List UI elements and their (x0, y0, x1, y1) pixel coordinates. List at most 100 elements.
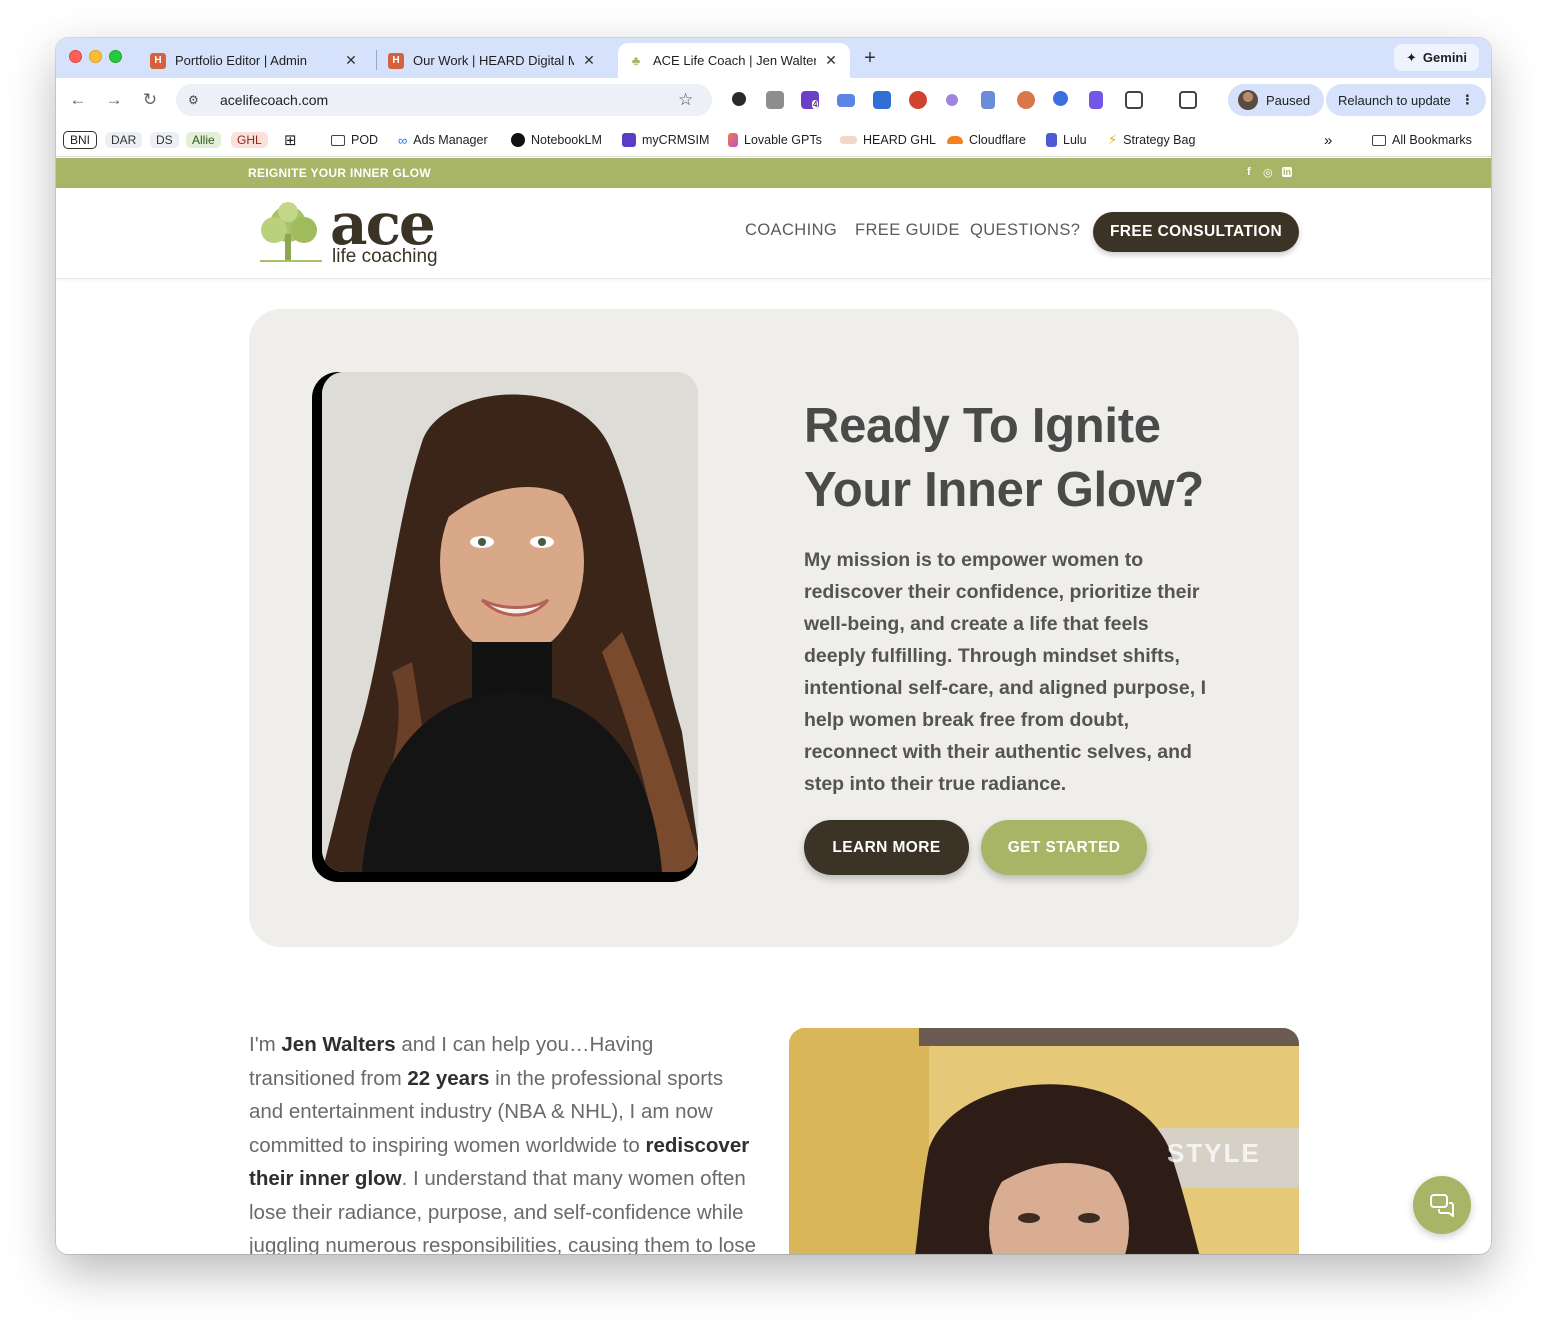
bookmark-ads-manager[interactable]: ∞ Ads Manager (398, 130, 488, 150)
relaunch-button[interactable]: Relaunch to update ⋮ (1326, 84, 1486, 116)
profile-status: Paused (1266, 92, 1311, 108)
more-bookmarks-chevron-icon[interactable]: » (1324, 130, 1332, 150)
url-text[interactable]: acelifecoach.com (220, 92, 678, 108)
get-started-button[interactable]: GET STARTED (981, 820, 1147, 875)
extensions-puzzle-icon[interactable] (1125, 91, 1143, 109)
forward-arrow-icon[interactable]: → (103, 90, 125, 110)
linkedin-icon[interactable]: in (1282, 167, 1292, 177)
bookmark-label: GHL (231, 132, 268, 148)
bookmark-label: POD (351, 133, 379, 147)
bookmark-mycrmsim[interactable]: myCRMSIM (622, 130, 709, 150)
meta-icon: ∞ (398, 133, 408, 148)
hero-title: Ready To Ignite Your Inner Glow? (804, 399, 1204, 517)
extension-d-icon[interactable] (1089, 91, 1103, 109)
hero-section: Ready To Ignite Your Inner Glow? My miss… (249, 309, 1299, 947)
tab-portfolio-editor[interactable]: H Portfolio Editor | Admin ✕ (140, 43, 370, 78)
crm-icon (622, 133, 636, 147)
bookmark-pod[interactable]: POD (331, 130, 378, 150)
video-thumbnail[interactable]: STYLE (789, 1028, 1299, 1254)
chat-bubble-icon (1430, 1194, 1454, 1217)
tab-divider (376, 50, 377, 70)
bookmark-label: All Bookmarks (1392, 133, 1472, 147)
apps-grid-icon[interactable]: ⊞ (284, 130, 297, 150)
bookmark-dar[interactable]: DAR (105, 130, 143, 150)
extension-gear-icon[interactable] (873, 91, 891, 109)
bookmark-label: Lulu (1063, 133, 1087, 147)
lovable-icon (728, 133, 738, 147)
nav-questions[interactable]: QUESTIONS? (970, 221, 1080, 240)
heard-h-icon: H (150, 52, 166, 69)
gemini-button[interactable]: ✦ Gemini (1394, 44, 1479, 71)
bookmark-label: Ads Manager (413, 133, 488, 147)
tree-icon (260, 202, 322, 262)
relaunch-label: Relaunch to update (1338, 92, 1451, 108)
bookmark-ghl[interactable]: GHL (231, 130, 268, 150)
bolt-icon: ⚡ (1108, 132, 1118, 147)
bookmark-label: myCRMSIM (642, 133, 710, 147)
hero-description: My mission is to empower women to redisc… (804, 549, 1206, 795)
extension-ink-icon[interactable] (732, 92, 746, 106)
extension-pokeball-icon[interactable] (909, 91, 927, 109)
portrait-photo (322, 372, 698, 872)
extension-p-icon[interactable]: 4 (801, 91, 819, 109)
reload-icon[interactable]: ↻ (139, 90, 161, 110)
new-tab-button[interactable]: + (860, 47, 880, 70)
tab-title: Our Work | HEARD Digital Mar (413, 53, 574, 68)
close-tab-icon[interactable]: ✕ (580, 52, 598, 69)
free-consultation-button[interactable]: FREE CONSULTATION (1093, 212, 1299, 252)
zoom-window-button[interactable] (109, 50, 122, 63)
bookmark-label: Allie (186, 132, 221, 148)
extension-phone-icon[interactable] (981, 91, 995, 109)
extension-badge: 4 (812, 100, 819, 109)
cloudflare-icon (947, 136, 963, 144)
browser-toolbar: ← → ↻ ⚙ acelifecoach.com ☆ 4 Paused Rela… (56, 78, 1491, 122)
avatar (1238, 90, 1258, 110)
extension-asterisk-icon[interactable] (1017, 91, 1035, 109)
bookmark-star-icon[interactable]: ☆ (678, 90, 698, 110)
bookmark-strategy-bag[interactable]: ⚡ Strategy Bag (1108, 130, 1195, 150)
address-bar[interactable]: ⚙ acelifecoach.com ☆ (176, 84, 712, 116)
site-logo[interactable]: ace life coaching (250, 190, 450, 270)
bookmark-lovable-gpts[interactable]: Lovable GPTs (728, 130, 822, 150)
bookmarks-bar: BNI DAR DS Allie GHL ⊞ POD ∞ Ads Manager … (56, 122, 1491, 157)
nav-coaching[interactable]: COACHING (745, 221, 837, 240)
instagram-icon[interactable]: ◎ (1263, 166, 1273, 179)
kebab-menu-icon[interactable]: ⋮ (1461, 92, 1474, 108)
extension-camera-icon[interactable] (766, 91, 784, 109)
site-settings-icon[interactable]: ⚙ (188, 93, 206, 107)
bookmark-allie[interactable]: Allie (186, 130, 221, 150)
close-tab-icon[interactable]: ✕ (822, 52, 840, 69)
bookmark-label: NotebookLM (531, 133, 602, 147)
extension-broadcast-icon[interactable] (946, 94, 958, 106)
nav-free-guide[interactable]: FREE GUIDE (855, 221, 960, 240)
lulu-icon (1046, 133, 1057, 147)
heard-icon (840, 136, 857, 144)
tab-ace-life-coach[interactable]: ♣ ACE Life Coach | Jen Walters ✕ (618, 43, 850, 78)
close-tab-icon[interactable]: ✕ (342, 52, 360, 69)
tab-strip: H Portfolio Editor | Admin ✕ H Our Work … (56, 38, 1491, 78)
profile-button[interactable]: Paused (1228, 84, 1325, 116)
bookmark-heard-ghl[interactable]: HEARD GHL (840, 130, 936, 150)
bookmark-cloudflare[interactable]: Cloudflare (947, 130, 1026, 150)
folder-icon (1372, 134, 1386, 146)
tab-title: Portfolio Editor | Admin (175, 53, 307, 68)
bookmark-ds[interactable]: DS (150, 130, 179, 150)
bookmark-label: Strategy Bag (1123, 133, 1196, 147)
intro-name: Jen Walters (281, 1033, 396, 1056)
extension-tag-icon[interactable] (1053, 91, 1068, 106)
topbar-tagline: REIGNITE YOUR INNER GLOW (248, 166, 431, 180)
web-page: REIGNITE YOUR INNER GLOW f ◎ in ace life… (56, 158, 1491, 1254)
extension-chat-icon[interactable] (837, 94, 855, 107)
chat-widget-button[interactable] (1413, 1176, 1471, 1234)
back-arrow-icon[interactable]: ← (67, 90, 89, 110)
tab-search-icon[interactable] (1179, 91, 1197, 109)
minimize-window-button[interactable] (89, 50, 102, 63)
facebook-icon[interactable]: f (1247, 166, 1251, 178)
all-bookmarks-button[interactable]: All Bookmarks (1372, 130, 1472, 150)
bookmark-notebooklm[interactable]: NotebookLM (511, 130, 602, 150)
bookmark-bni[interactable]: BNI (63, 130, 98, 150)
bookmark-lulu[interactable]: Lulu (1046, 130, 1087, 150)
close-window-button[interactable] (69, 50, 82, 63)
learn-more-button[interactable]: LEARN MORE (804, 820, 969, 875)
tab-our-work[interactable]: H Our Work | HEARD Digital Mar ✕ (378, 43, 608, 78)
